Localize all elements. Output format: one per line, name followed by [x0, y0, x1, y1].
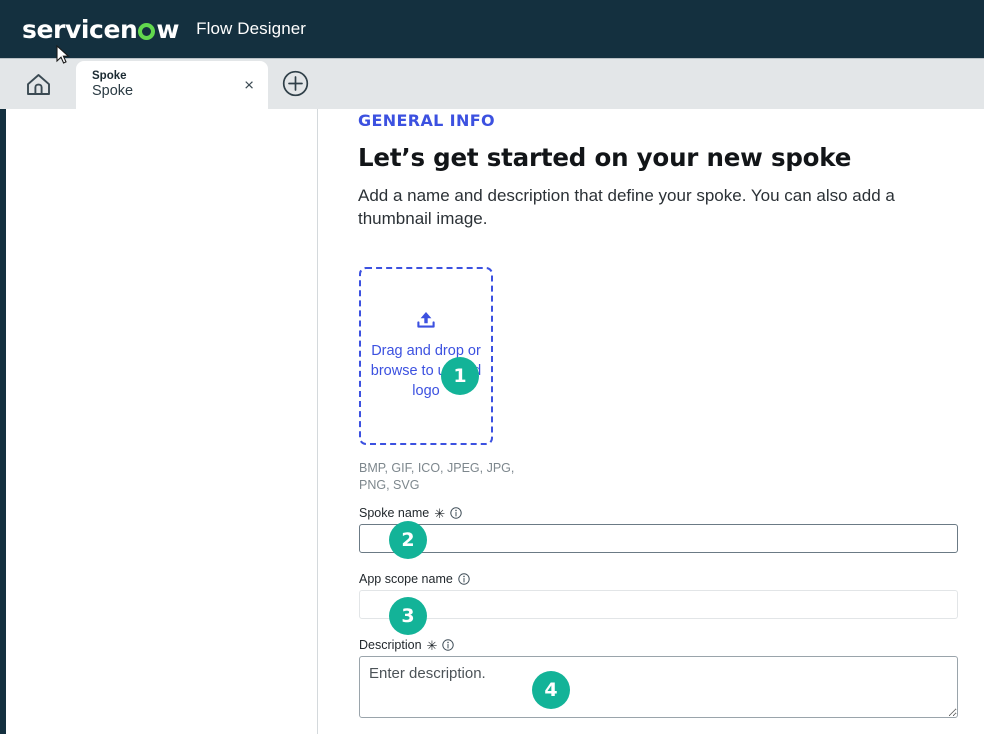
spoke-name-input[interactable]	[359, 524, 958, 553]
description-textarea[interactable]	[359, 656, 958, 718]
field-description: Description ✳	[359, 638, 958, 723]
app-scope-name-label: App scope name	[359, 572, 958, 586]
app-scope-name-input[interactable]	[359, 590, 958, 619]
required-asterisk-icon: ✳	[426, 637, 438, 653]
required-asterisk-icon: ✳	[434, 505, 446, 521]
page-title: Let’s get started on your new spoke	[358, 143, 852, 172]
logo-green-ring-icon	[138, 22, 156, 40]
section-eyebrow: GENERAL INFO	[358, 111, 495, 130]
field-app-scope-name: App scope name	[359, 572, 958, 619]
tab-item-spoke[interactable]: Spoke Spoke ×	[76, 61, 268, 109]
app-header: servicen w Flow Designer	[0, 0, 984, 58]
spoke-name-label: Spoke name ✳	[359, 506, 958, 520]
spoke-name-label-text: Spoke name	[359, 506, 430, 520]
tab-subtitle: Spoke	[92, 83, 134, 100]
tab-label-group: Spoke Spoke	[92, 70, 133, 99]
home-button[interactable]	[0, 59, 76, 109]
field-spoke-name: Spoke name ✳	[359, 506, 958, 553]
plus-circle-icon	[282, 70, 309, 97]
dropzone-label: Drag and drop or browse to upload logo	[370, 343, 482, 399]
servicenow-logo[interactable]: servicen w	[22, 14, 180, 44]
description-label: Description ✳	[359, 638, 958, 652]
upload-icon	[415, 310, 437, 336]
page-subtext: Add a name and description that define y…	[358, 186, 895, 229]
logo-dropzone[interactable]: Drag and drop or browse to upload logo	[359, 267, 493, 445]
app-scope-name-label-text: App scope name	[359, 572, 453, 586]
description-label-text: Description	[359, 638, 422, 652]
info-icon[interactable]	[442, 639, 455, 651]
logo-text-left: servicen	[22, 14, 138, 44]
left-panel	[6, 109, 318, 734]
add-tab-button[interactable]	[282, 70, 309, 97]
logo-text-right: w	[156, 14, 180, 44]
tab-title: Spoke	[92, 70, 127, 83]
tab-strip: Spoke Spoke ×	[0, 58, 984, 109]
info-icon[interactable]	[450, 507, 462, 519]
home-icon	[26, 73, 50, 95]
info-icon[interactable]	[458, 573, 470, 585]
close-icon[interactable]: ×	[244, 77, 254, 94]
product-title: Flow Designer	[196, 19, 307, 38]
accepted-formats-text: BMP, GIF, ICO, JPEG, JPG, PNG, SVG	[359, 461, 515, 492]
